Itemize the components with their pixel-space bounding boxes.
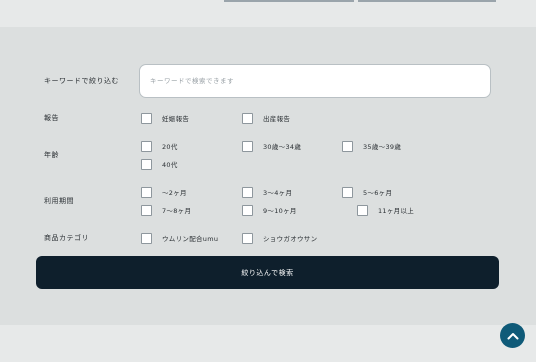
checkbox-label: 3〜4ヶ月: [263, 189, 293, 197]
checkbox-box[interactable]: [141, 112, 152, 124]
checkbox-box[interactable]: [141, 232, 152, 244]
filter-label-age: 年齢: [44, 151, 59, 159]
checkbox-label: 35歳〜39歳: [363, 143, 402, 151]
checkbox-birth-report[interactable]: 出産報告: [242, 112, 290, 124]
keyword-search-input[interactable]: [139, 64, 491, 98]
checkbox-age-35-39[interactable]: 35歳〜39歳: [342, 140, 401, 152]
scroll-to-top-button[interactable]: [500, 323, 525, 348]
checkbox-age-20s[interactable]: 20代: [141, 140, 178, 152]
checkbox-box[interactable]: [342, 186, 353, 198]
checkbox-label: ウムリン配合umu: [162, 235, 219, 243]
checkbox-box[interactable]: [342, 140, 353, 152]
top-section: [0, 0, 536, 27]
keyword-label: キーワードで絞り込む: [44, 77, 119, 85]
checkbox-label: 7〜8ヶ月: [162, 207, 192, 215]
checkbox-label: 30歳〜34歳: [263, 143, 302, 151]
checkbox-box[interactable]: [141, 204, 152, 216]
checkbox-label: 〜2ヶ月: [162, 189, 187, 197]
checkbox-age-30-34[interactable]: 30歳〜34歳: [242, 140, 301, 152]
checkbox-label: 40代: [162, 161, 178, 169]
filter-search-button[interactable]: 絞り込んで検索: [36, 256, 499, 289]
checkbox-pregnancy-report[interactable]: 妊娠報告: [141, 112, 189, 124]
checkbox-period-9-10m[interactable]: 9〜10ヶ月: [242, 204, 297, 216]
checkbox-box[interactable]: [242, 112, 253, 124]
checkbox-label: ショウガオウサン: [263, 235, 318, 243]
checkbox-box[interactable]: [242, 204, 253, 216]
checkbox-age-40s[interactable]: 40代: [141, 158, 178, 170]
checkbox-box[interactable]: [141, 186, 152, 198]
checkbox-box[interactable]: [242, 186, 253, 198]
checkbox-product-shogaosan[interactable]: ショウガオウサン: [242, 232, 317, 244]
checkbox-period-2m[interactable]: 〜2ヶ月: [141, 186, 187, 198]
checkbox-label: 妊娠報告: [162, 115, 190, 123]
checkbox-product-umu[interactable]: ウムリン配合umu: [141, 232, 218, 244]
checkbox-label: 11ヶ月以上: [378, 207, 415, 215]
checkbox-period-7-8m[interactable]: 7〜8ヶ月: [141, 204, 191, 216]
top-tab-right[interactable]: [358, 0, 496, 2]
checkbox-box[interactable]: [242, 232, 253, 244]
checkbox-label: 20代: [162, 143, 178, 151]
chevron-up-icon: [507, 332, 518, 339]
top-tab-left[interactable]: [224, 0, 354, 2]
bottom-section: [0, 325, 536, 362]
checkbox-box[interactable]: [141, 158, 152, 170]
filter-label-report: 報告: [44, 114, 59, 122]
checkbox-label: 出産報告: [263, 115, 291, 123]
checkbox-period-5-6m[interactable]: 5〜6ヶ月: [342, 186, 392, 198]
checkbox-period-11m-plus[interactable]: 11ヶ月以上: [357, 204, 414, 216]
checkbox-label: 9〜10ヶ月: [263, 207, 297, 215]
checkbox-box[interactable]: [357, 204, 368, 216]
checkbox-period-3-4m[interactable]: 3〜4ヶ月: [242, 186, 292, 198]
checkbox-label: 5〜6ヶ月: [363, 189, 393, 197]
checkbox-box[interactable]: [141, 140, 152, 152]
filter-label-product-category: 商品カテゴリ: [44, 234, 89, 242]
filter-label-usage-period: 利用期間: [44, 197, 74, 205]
checkbox-box[interactable]: [242, 140, 253, 152]
